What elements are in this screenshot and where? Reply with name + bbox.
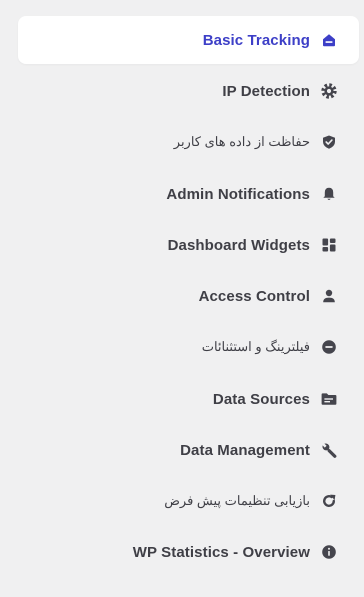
menu-item-label: Access Control [198, 287, 310, 305]
menu-item-access-control[interactable]: Access Control [18, 272, 359, 320]
menu-item-data-sources[interactable]: Data Sources [18, 375, 359, 423]
menu-item-data-management[interactable]: Data Management [18, 426, 359, 474]
menu-item-admin-notifications[interactable]: Admin Notifications [18, 170, 359, 218]
info-icon [320, 543, 338, 561]
wrench-icon [320, 441, 338, 459]
menu-item-label: Dashboard Widgets [167, 236, 310, 254]
menu-item-label: Data Sources [212, 390, 310, 408]
menu-item-user-data-protection[interactable]: حفاظت از داده های کاربر [18, 118, 359, 166]
menu-item-label: Basic Tracking [202, 31, 310, 49]
bell-icon [320, 185, 338, 203]
menu-item-reset-defaults[interactable]: بازیابی تنظیمات پیش فرض [18, 477, 359, 525]
menu-item-label: IP Detection [222, 82, 310, 100]
menu-item-ip-detection[interactable]: IP Detection [18, 67, 359, 115]
menu-item-label: فیلترینگ و استثنائات [201, 339, 310, 354]
menu-item-label: بازیابی تنظیمات پیش فرض [164, 493, 310, 508]
shield-check-icon [320, 133, 338, 151]
menu-item-label: Data Management [180, 441, 310, 459]
dashboard-icon [320, 236, 338, 254]
gear-icon [320, 82, 338, 100]
menu-item-overview[interactable]: WP Statistics - Overview [18, 528, 359, 576]
menu-item-filtering-exceptions[interactable]: فیلترینگ و استثنائات [18, 323, 359, 371]
menu-item-label: حفاظت از داده های کاربر [173, 134, 310, 149]
menu-item-dashboard-widgets[interactable]: Dashboard Widgets [18, 221, 359, 269]
menu-item-label: WP Statistics - Overview [132, 543, 310, 561]
menu-item-label: Admin Notifications [166, 185, 310, 203]
home-icon [320, 31, 338, 49]
minus-circle-icon [320, 338, 338, 356]
reset-icon [320, 492, 338, 510]
settings-menu: Basic Tracking IP Detection حفاظت از داد… [0, 0, 364, 597]
folder-icon [320, 390, 338, 408]
user-icon [320, 287, 338, 305]
menu-item-basic-tracking[interactable]: Basic Tracking [18, 16, 359, 64]
